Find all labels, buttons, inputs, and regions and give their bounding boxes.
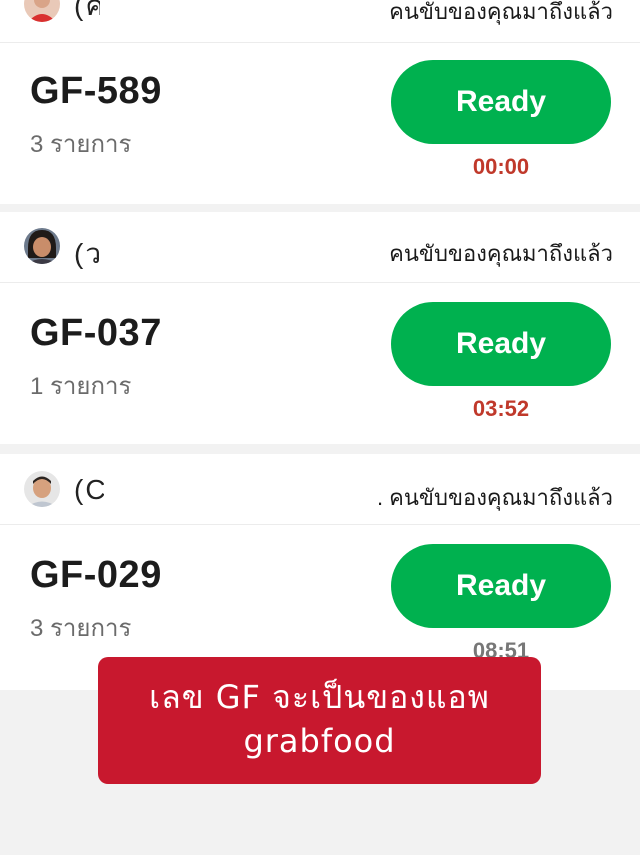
order-id: GF-029 bbox=[30, 554, 162, 596]
driver-avatar bbox=[24, 471, 60, 507]
order-list: (ค คนขับของคุณมาถึงแล้ว GF-589 3 รายการ … bbox=[0, 0, 640, 690]
ready-button[interactable]: Ready bbox=[391, 302, 611, 386]
ready-button[interactable]: Ready bbox=[391, 544, 611, 628]
driver-name-redaction bbox=[100, 0, 280, 18]
annotation-banner: เลข GF จะเป็นของแอพ grabfood bbox=[98, 657, 541, 784]
order-id: GF-037 bbox=[30, 312, 162, 354]
driver-name: (ว bbox=[74, 238, 104, 269]
order-card[interactable]: (ว คนขับของคุณมาถึงแล้ว GF-037 1 รายการ … bbox=[0, 212, 640, 444]
driver-row: (C . คนขับของคุณมาถึงแล้ว bbox=[0, 454, 640, 525]
item-count: 3 รายการ bbox=[30, 615, 132, 642]
driver-avatar bbox=[24, 0, 60, 22]
order-timer: 03:52 bbox=[472, 396, 530, 421]
driver-name-redaction bbox=[100, 228, 314, 268]
driver-row: (ว คนขับของคุณมาถึงแล้ว bbox=[0, 212, 640, 283]
item-count: 3 รายการ bbox=[30, 131, 132, 158]
ready-button[interactable]: Ready bbox=[391, 60, 611, 144]
order-timer: 00:00 bbox=[472, 154, 530, 179]
banner-line-2: grabfood bbox=[243, 722, 396, 760]
driver-row: (ค คนขับของคุณมาถึงแล้ว bbox=[0, 0, 640, 43]
driver-status-text: คนขับของคุณมาถึงแล้ว bbox=[389, 241, 613, 266]
driver-status-text: . คนขับของคุณมาถึงแล้ว bbox=[376, 485, 613, 510]
driver-status-text: คนขับของคุณมาถึงแล้ว bbox=[389, 0, 613, 24]
driver-name-redaction bbox=[104, 470, 334, 510]
order-card[interactable]: (C . คนขับของคุณมาถึงแล้ว GF-029 3 รายกา… bbox=[0, 454, 640, 690]
driver-avatar bbox=[24, 228, 60, 264]
driver-name: (C bbox=[74, 474, 108, 505]
order-id: GF-589 bbox=[30, 70, 162, 112]
item-count: 1 รายการ bbox=[30, 373, 132, 400]
order-card[interactable]: (ค คนขับของคุณมาถึงแล้ว GF-589 3 รายการ … bbox=[0, 0, 640, 204]
banner-line-1: เลข GF จะเป็นของแอพ bbox=[149, 678, 490, 716]
